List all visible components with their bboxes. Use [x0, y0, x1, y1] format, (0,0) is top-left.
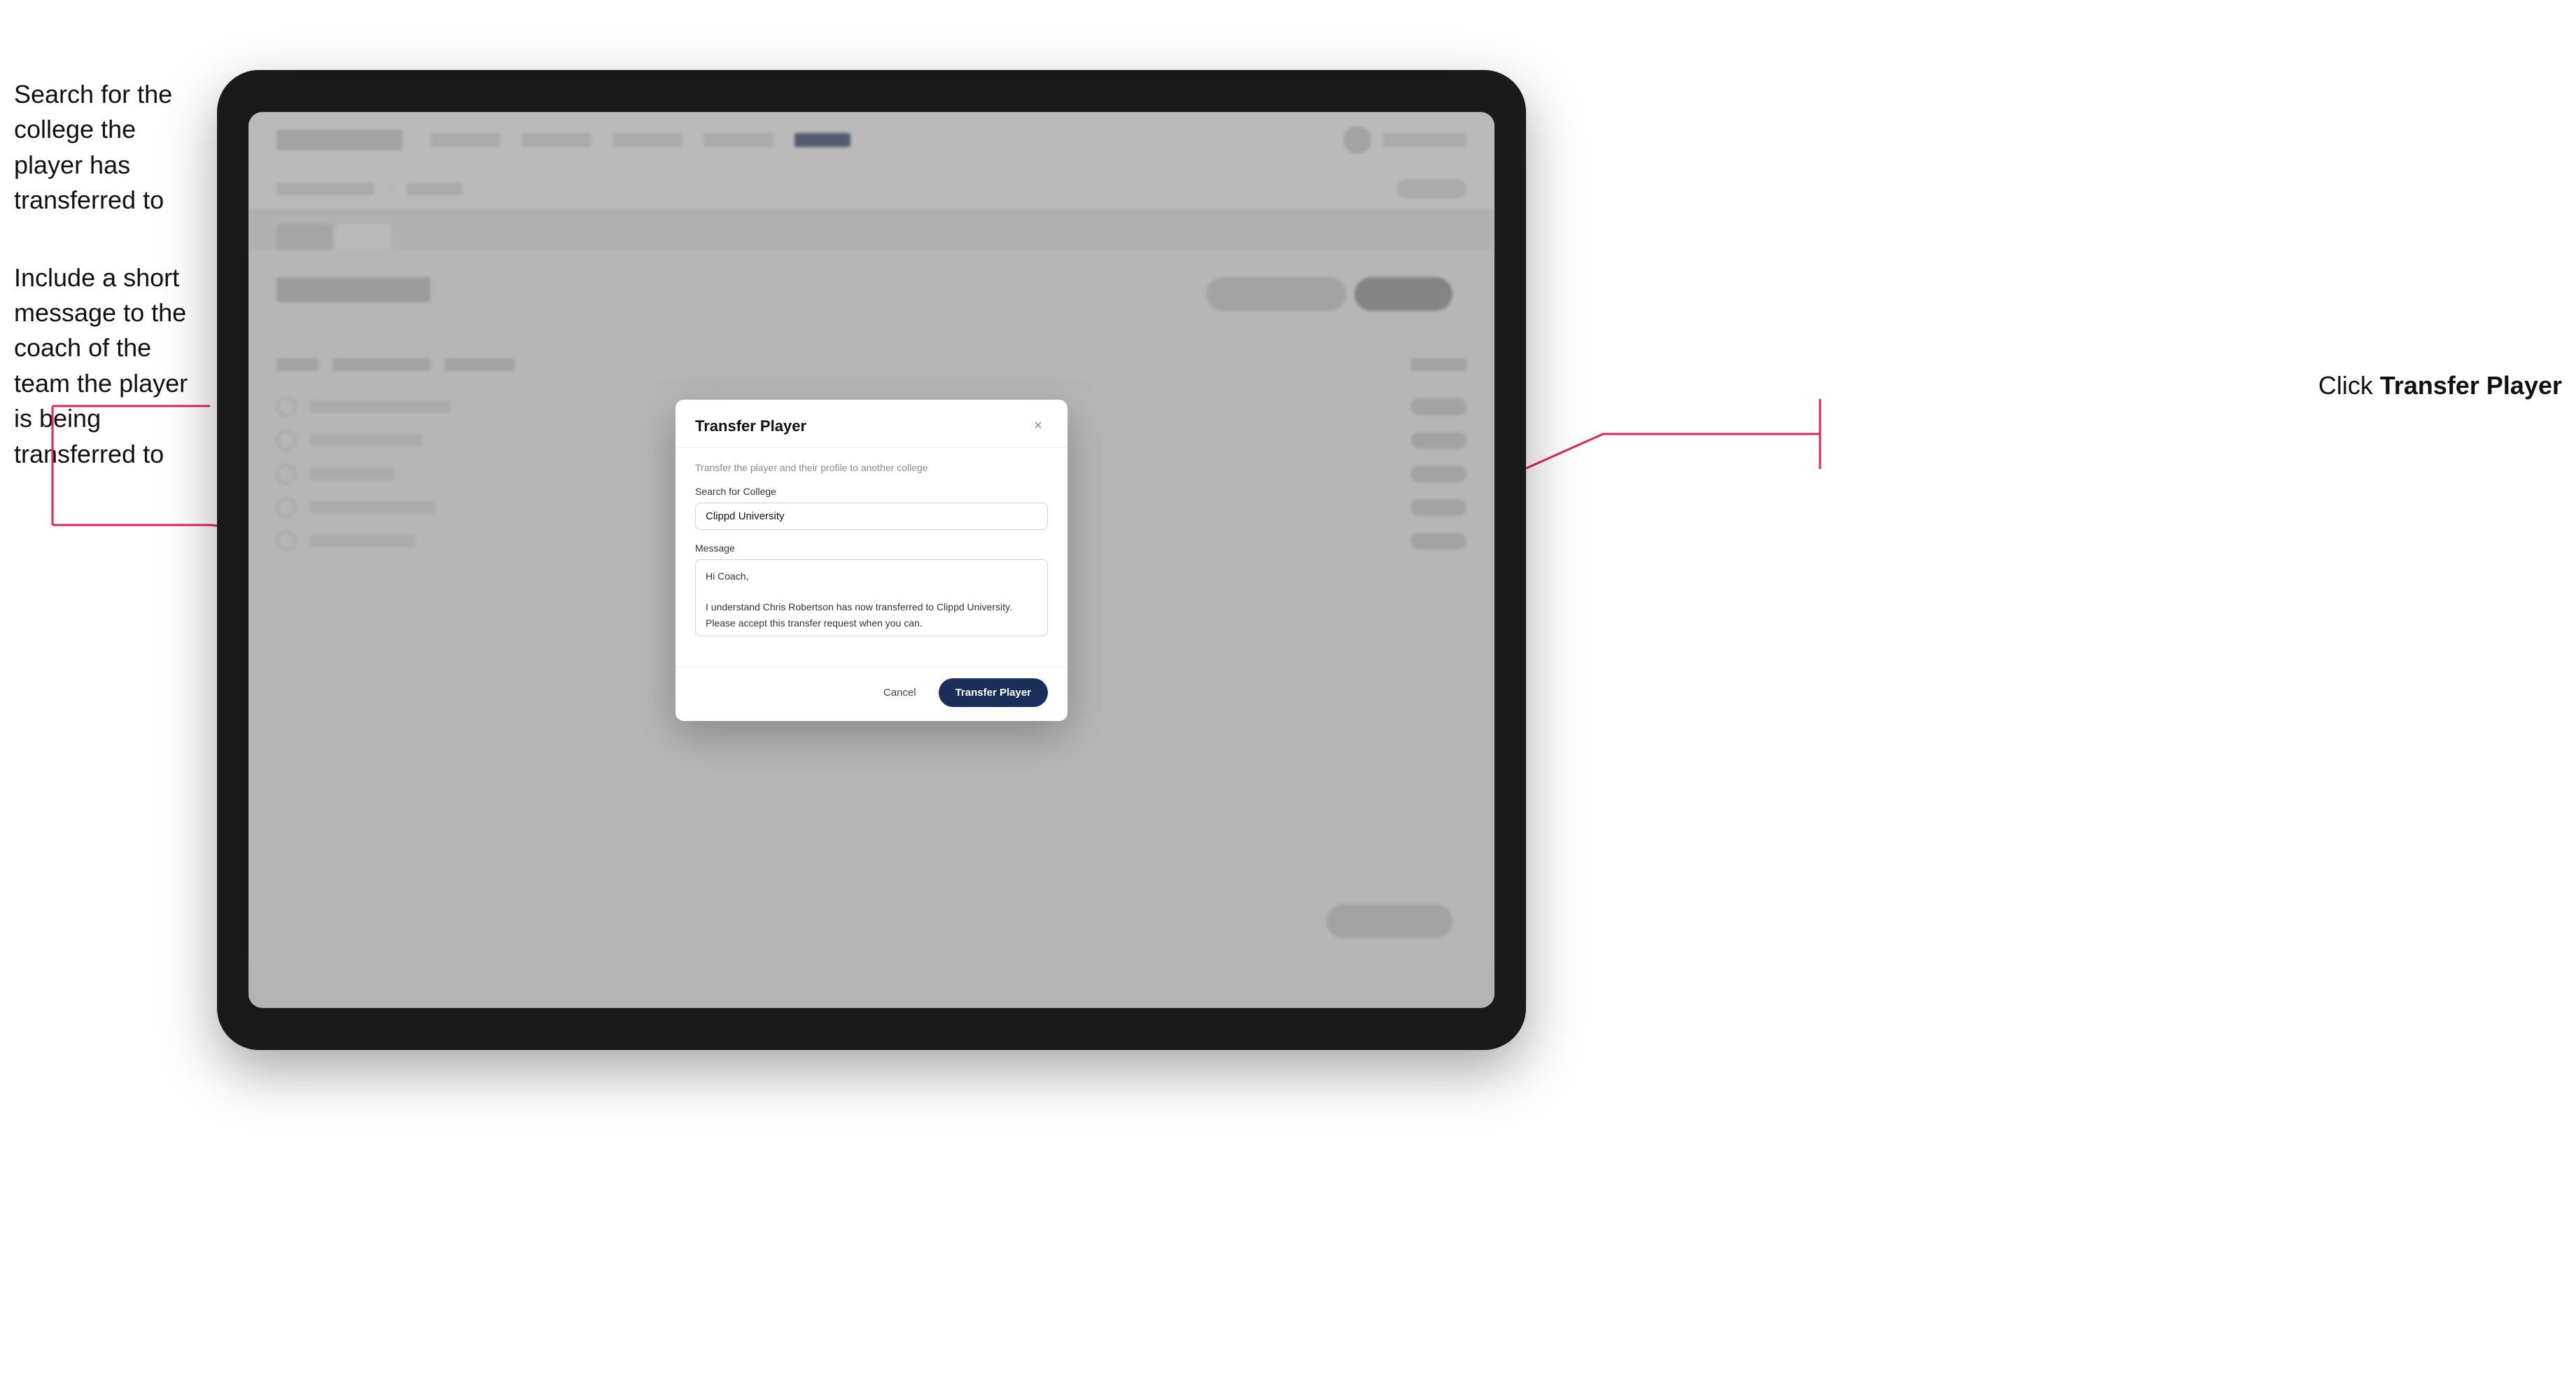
- search-college-input[interactable]: [695, 503, 1048, 530]
- close-icon: ×: [1034, 418, 1042, 434]
- modal-header: Transfer Player ×: [676, 400, 1068, 448]
- annotation-click-label: Click: [2318, 371, 2380, 400]
- ipad-screen: ›: [248, 112, 1494, 1008]
- ipad-device: ›: [217, 70, 1526, 1050]
- modal-footer: Cancel Transfer Player: [676, 666, 1068, 721]
- modal-subtitle: Transfer the player and their profile to…: [695, 462, 1048, 473]
- annotation-right: Click Transfer Player: [2318, 371, 2562, 400]
- modal-body: Transfer the player and their profile to…: [676, 448, 1068, 666]
- message-label: Message: [695, 542, 1048, 554]
- modal-overlay: Transfer Player × Transfer the player an…: [248, 112, 1494, 1008]
- annotation-message-text: Include a short message to the coach of …: [14, 260, 210, 472]
- message-group: Message Hi Coach, I understand Chris Rob…: [695, 542, 1048, 640]
- cancel-button[interactable]: Cancel: [872, 681, 927, 704]
- annotation-transfer-player-label: Transfer Player: [2380, 371, 2562, 400]
- annotation-search-text: Search for the college the player has tr…: [14, 77, 210, 218]
- annotation-left: Search for the college the player has tr…: [14, 77, 210, 514]
- search-college-label: Search for College: [695, 486, 1048, 497]
- search-college-group: Search for College: [695, 486, 1048, 530]
- transfer-player-button[interactable]: Transfer Player: [939, 678, 1048, 707]
- message-textarea[interactable]: Hi Coach, I understand Chris Robertson h…: [695, 559, 1048, 636]
- transfer-player-modal: Transfer Player × Transfer the player an…: [676, 400, 1068, 721]
- modal-close-button[interactable]: ×: [1028, 416, 1048, 436]
- modal-title: Transfer Player: [695, 417, 806, 435]
